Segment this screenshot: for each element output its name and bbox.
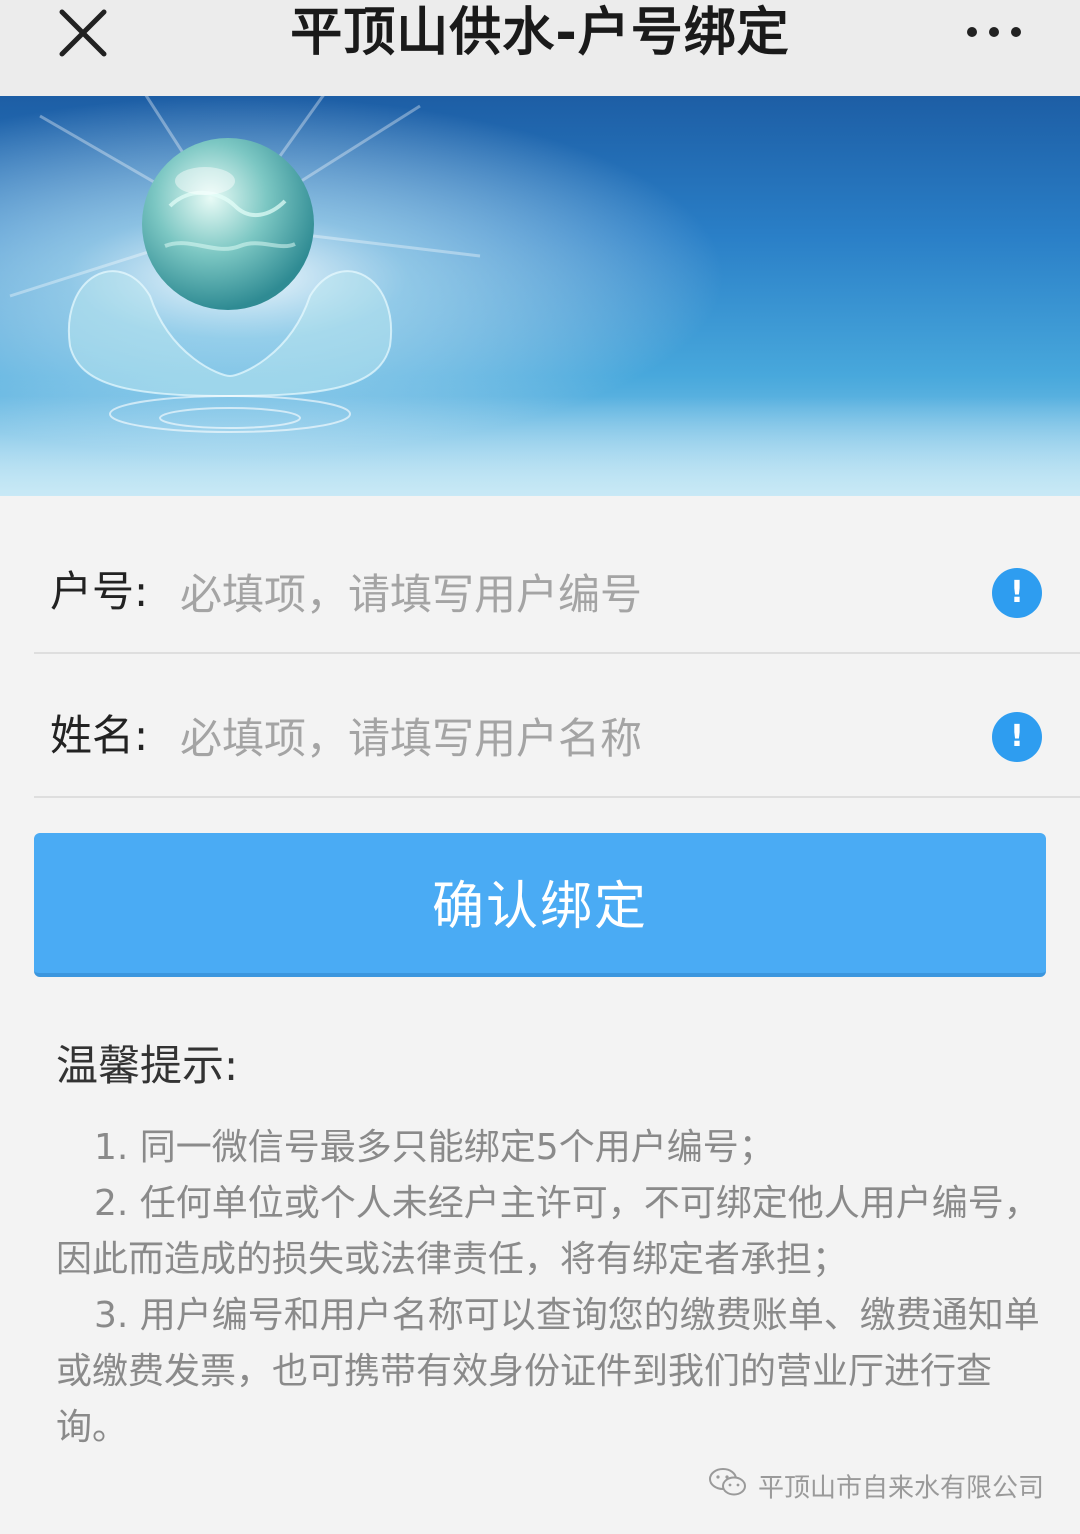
- name-row: 姓名: !: [34, 652, 1080, 798]
- alert-icon: !: [992, 712, 1042, 762]
- tips-list: 1. 同一微信号最多只能绑定5个用户编号； 2. 任何单位或个人未经户主许可，不…: [56, 1120, 1046, 1456]
- watermark: 平顶山市自来水有限公司: [708, 1466, 1044, 1510]
- alert-icon: !: [992, 568, 1042, 618]
- tips-title: 温馨提示:: [56, 1041, 239, 1090]
- account-row: 户号: !: [34, 508, 1080, 654]
- banner-image: [0, 96, 1080, 496]
- page-title: 平顶山供水-户号绑定: [290, 3, 790, 63]
- tip-item: 2. 任何单位或个人未经户主许可，不可绑定他人用户编号，因此而造成的损失或法律责…: [56, 1183, 1040, 1280]
- account-label: 户号:: [50, 567, 149, 616]
- name-label: 姓名:: [50, 711, 149, 760]
- name-input[interactable]: [180, 708, 940, 768]
- account-input[interactable]: [180, 564, 940, 624]
- wechat-icon: [708, 1466, 748, 1512]
- watermark-text: 平顶山市自来水有限公司: [757, 1473, 1044, 1504]
- more-horizontal-icon[interactable]: [964, 12, 1028, 52]
- top-bar: 平顶山供水-户号绑定: [0, 0, 1080, 97]
- tip-item: 1. 同一微信号最多只能绑定5个用户编号；: [94, 1127, 775, 1168]
- confirm-bind-button[interactable]: 确认绑定: [34, 833, 1046, 977]
- tip-item: 3. 用户编号和用户名称可以查询您的缴费账单、缴费通知单或缴费发票，也可携带有效…: [56, 1295, 1040, 1448]
